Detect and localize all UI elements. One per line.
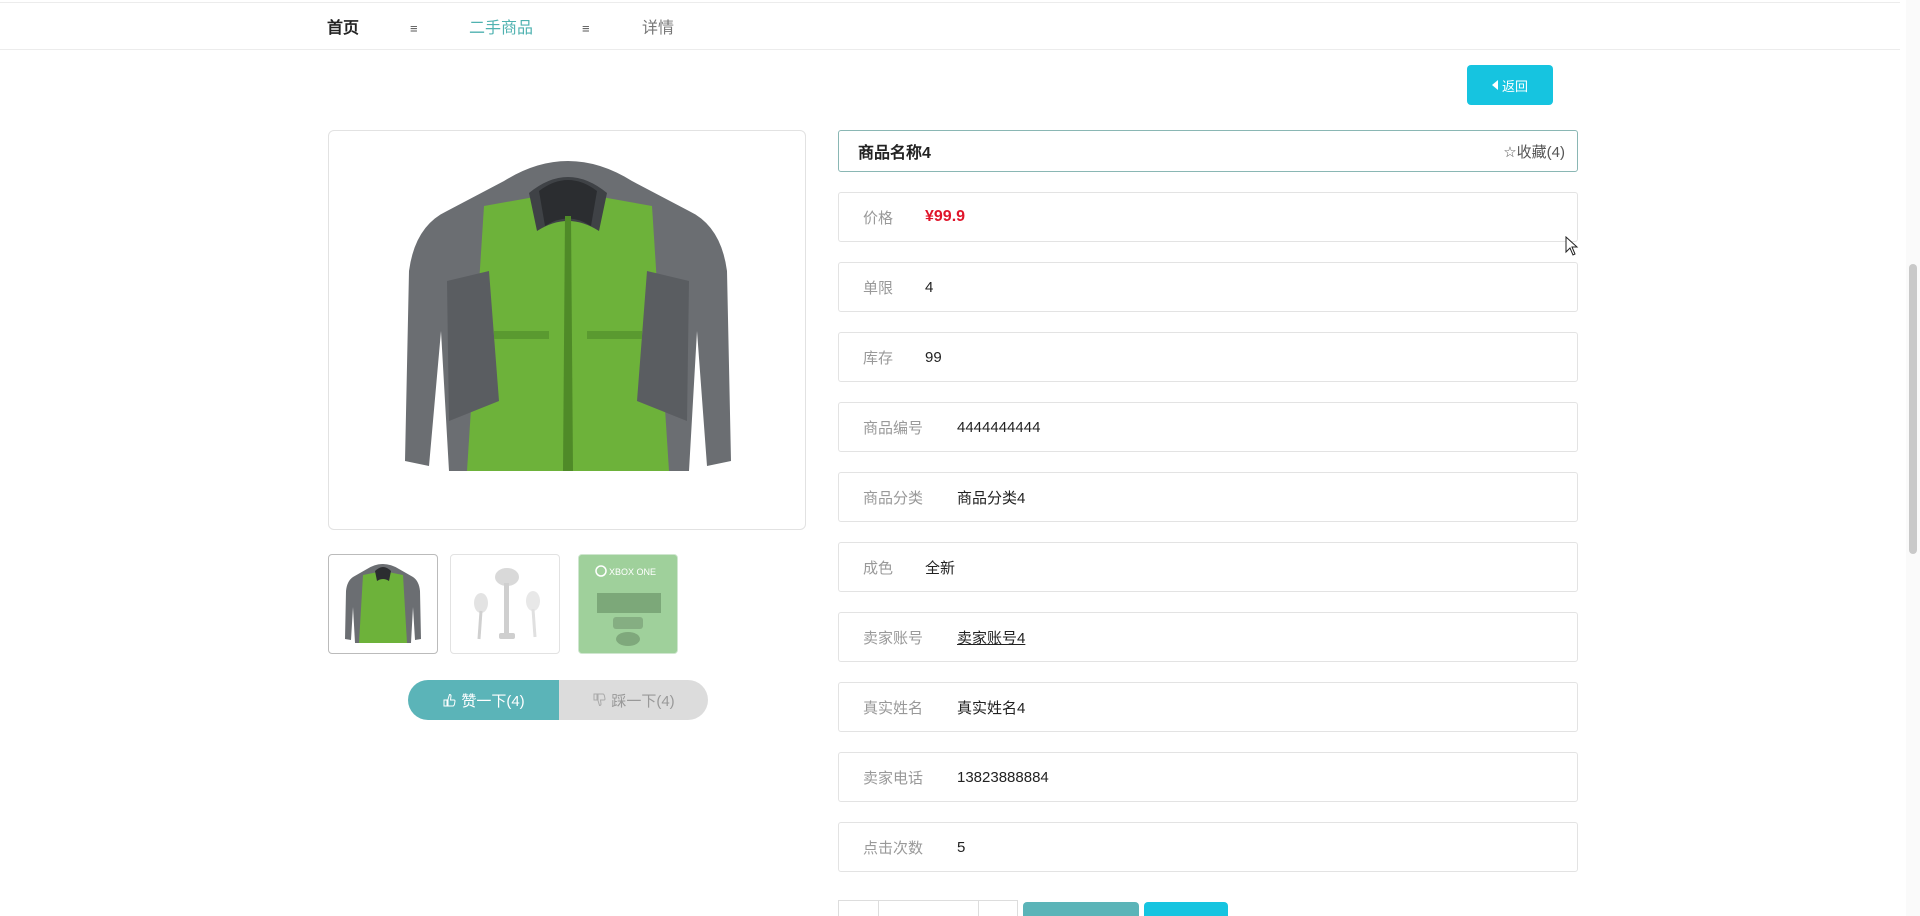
dislike-count-label: 踩一下(4): [611, 692, 675, 710]
jacket-image: [405, 161, 731, 471]
field-label: 点击次数: [863, 839, 924, 857]
field-row-limit: 单限 4: [838, 262, 1578, 312]
field-row-seller-phone: 卖家电话 13823888884: [838, 752, 1578, 802]
field-row-seller-account: 卖家账号 卖家账号4: [838, 612, 1578, 662]
field-value: 13823888884: [957, 768, 1049, 786]
field-row-real-name: 真实姓名 真实姓名4: [838, 682, 1578, 732]
back-button-label: 返回: [1501, 78, 1528, 94]
field-row-condition: 成色 全新: [838, 542, 1578, 592]
thumbs-up-icon: [443, 693, 456, 707]
field-row-category: 商品分类 商品分类4: [838, 472, 1578, 522]
top-breadcrumb-bar: 首页 ≡ 二手商品 ≡ 详情: [0, 2, 1900, 50]
field-value: 全新: [925, 559, 956, 577]
product-name: 商品名称4: [858, 145, 931, 162]
field-label: 价格: [863, 209, 894, 227]
caret-left-icon: [1491, 80, 1498, 90]
quantity-input[interactable]: [879, 901, 979, 916]
favorite-button[interactable]: ☆收藏(4): [1503, 141, 1565, 162]
field-value: 4: [925, 278, 934, 296]
quantity-stepper[interactable]: [838, 900, 1018, 916]
field-value: 4444444444: [957, 418, 1041, 436]
field-label: 单限: [863, 279, 894, 297]
xbox-logo-text: XBOX ONE: [609, 567, 656, 577]
breadcrumb-category[interactable]: 二手商品: [469, 19, 533, 39]
xbox-thumbnail-image: XBOX ONE: [579, 555, 677, 653]
breadcrumb-separator: ≡: [582, 21, 590, 36]
field-label: 商品编号: [863, 419, 924, 437]
field-label: 商品分类: [863, 489, 924, 507]
field-value: 真实姓名4: [957, 699, 1026, 717]
field-label: 卖家电话: [863, 769, 924, 787]
thumbnail-jacket[interactable]: [328, 554, 438, 654]
thumbnail-earphones[interactable]: [450, 554, 560, 654]
field-row-click-count: 点击次数 5: [838, 822, 1578, 872]
increment-button[interactable]: [979, 901, 1017, 916]
like-button[interactable]: 赞一下(4): [408, 680, 559, 720]
product-title-bar: 商品名称4 ☆收藏(4): [838, 130, 1578, 172]
field-row-stock: 库存 99: [838, 332, 1578, 382]
price-value: ¥99.9: [925, 208, 966, 225]
field-label: 卖家账号: [863, 629, 924, 647]
scrollbar-thumb[interactable]: [1909, 264, 1917, 554]
mouse-pointer-icon: [1565, 236, 1579, 256]
buy-now-button[interactable]: [1144, 902, 1228, 916]
breadcrumb-home[interactable]: 首页: [327, 19, 359, 39]
field-label: 真实姓名: [863, 699, 924, 717]
field-value: 5: [957, 838, 966, 856]
field-label: 库存: [863, 349, 894, 367]
field-row-product-number: 商品编号 4444444444: [838, 402, 1578, 452]
thumbnail-xbox[interactable]: XBOX ONE: [578, 554, 678, 654]
dislike-button[interactable]: 踩一下(4): [559, 680, 708, 720]
add-to-cart-button[interactable]: [1023, 902, 1139, 916]
product-main-image: [328, 130, 806, 530]
like-count-label: 赞一下(4): [461, 692, 525, 710]
earphones-thumbnail-image: [474, 568, 540, 640]
field-value: 99: [925, 348, 942, 366]
back-button[interactable]: 返回: [1467, 65, 1553, 105]
breadcrumb-current: 详情: [642, 20, 675, 37]
field-row-price: 价格 ¥99.9: [838, 192, 1578, 242]
jacket-thumbnail-image: [345, 564, 421, 643]
thumbs-down-icon: [593, 693, 606, 707]
seller-account-link[interactable]: 卖家账号4: [957, 627, 1025, 648]
breadcrumb-separator: ≡: [410, 21, 418, 36]
decrement-button[interactable]: [839, 901, 879, 916]
field-label: 成色: [863, 559, 894, 577]
field-value: 商品分类4: [957, 489, 1026, 507]
